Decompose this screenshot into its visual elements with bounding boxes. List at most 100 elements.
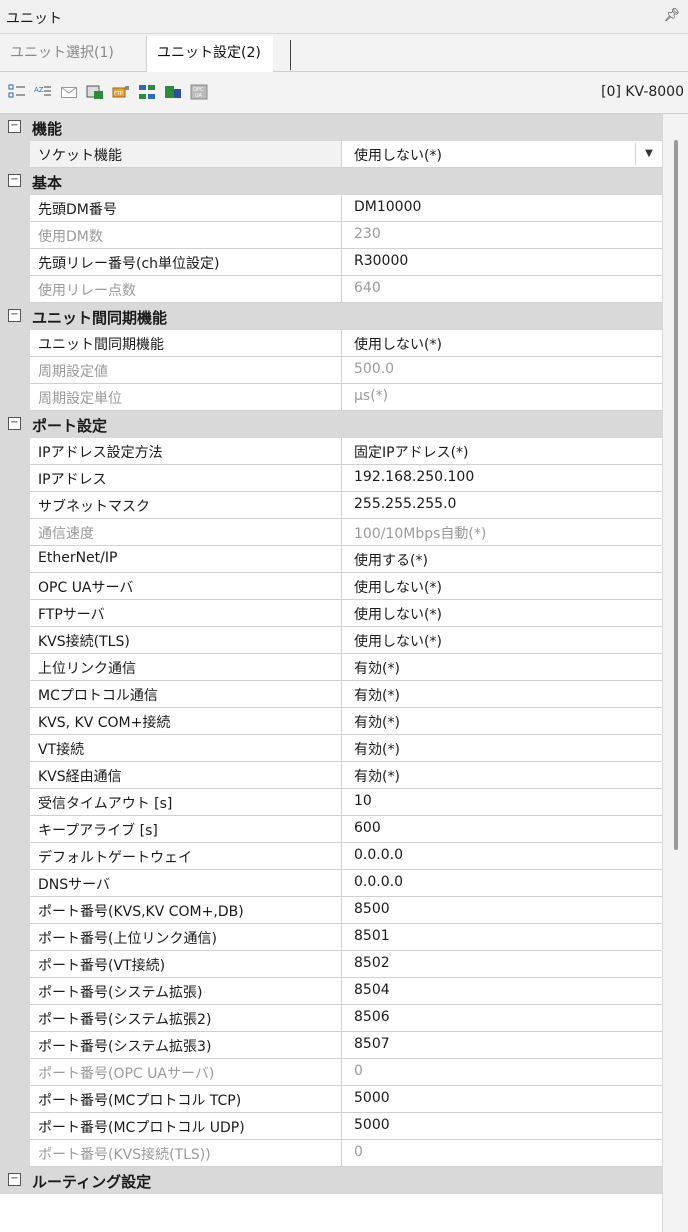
property-row[interactable]: 先頭リレー番号(ch単位設定) R30000 — [0, 249, 662, 276]
tab-unit-select[interactable]: ユニット選択(1) — [10, 42, 114, 62]
property-value[interactable]: 使用する(*) — [342, 546, 662, 573]
property-row[interactable]: キープアライブ [s] 600 — [0, 816, 662, 843]
property-row[interactable]: MCプロトコル通信 有効(*) — [0, 681, 662, 708]
message-icon[interactable] — [60, 84, 78, 100]
property-value: μs(*) — [342, 384, 662, 411]
property-value[interactable]: DM10000 — [342, 195, 662, 222]
device-label: [0] KV-8000 — [601, 84, 684, 100]
property-row[interactable]: KVS経由通信 有効(*) — [0, 762, 662, 789]
property-row[interactable]: 周期設定値 500.0 — [0, 357, 662, 384]
collapse-icon[interactable]: − — [8, 120, 21, 133]
property-value-text: 使用しない(*) — [354, 148, 442, 164]
property-row[interactable]: ポート番号(KVS,KV COM+,DB) 8500 — [0, 897, 662, 924]
property-row[interactable]: 周期設定単位 μs(*) — [0, 384, 662, 411]
property-row[interactable]: ポート番号(MCプロトコル TCP) 5000 — [0, 1086, 662, 1113]
property-value[interactable]: 8504 — [342, 978, 662, 1005]
property-row[interactable]: KVS, KV COM+接続 有効(*) — [0, 708, 662, 735]
collapse-icon[interactable]: − — [8, 309, 21, 322]
property-row[interactable]: 使用リレー点数 640 — [0, 276, 662, 303]
property-name: KVS接続(TLS) — [30, 627, 342, 654]
property-value[interactable]: 有効(*) — [342, 762, 662, 789]
property-value-text: 8500 — [354, 901, 390, 917]
property-row[interactable]: 受信タイムアウト [s] 10 — [0, 789, 662, 816]
property-value[interactable]: 600 — [342, 816, 662, 843]
property-value[interactable]: 5000 — [342, 1113, 662, 1140]
property-value[interactable]: 8500 — [342, 897, 662, 924]
property-row[interactable]: EtherNet/IP 使用する(*) — [0, 546, 662, 573]
sort-alphabetical-icon[interactable]: AZ — [34, 84, 52, 100]
property-value[interactable]: 有効(*) — [342, 654, 662, 681]
property-row[interactable]: ポート番号(上位リンク通信) 8501 — [0, 924, 662, 951]
collapse-icon[interactable]: − — [8, 174, 21, 187]
property-value[interactable]: 有効(*) — [342, 735, 662, 762]
property-name: 受信タイムアウト [s] — [30, 789, 342, 816]
property-row[interactable]: デフォルトゲートウェイ 0.0.0.0 — [0, 843, 662, 870]
property-row[interactable]: OPC UAサーバ 使用しない(*) — [0, 573, 662, 600]
property-row[interactable]: ユニット間同期機能 使用しない(*) — [0, 330, 662, 357]
property-row[interactable]: ポート番号(システム拡張) 8504 — [0, 978, 662, 1005]
scrollbar[interactable] — [662, 114, 688, 1232]
property-row[interactable]: FTPサーバ 使用しない(*) — [0, 600, 662, 627]
property-value[interactable]: 有効(*) — [342, 681, 662, 708]
property-row[interactable]: ポート番号(システム拡張2) 8506 — [0, 1005, 662, 1032]
property-row[interactable]: ポート番号(OPC UAサーバ) 0 — [0, 1059, 662, 1086]
property-row[interactable]: サブネットマスク 255.255.255.0 — [0, 492, 662, 519]
property-value-text: 8502 — [354, 955, 390, 971]
property-row[interactable]: 先頭DM番号 DM10000 — [0, 195, 662, 222]
property-value[interactable]: 使用しない(*) — [342, 600, 662, 627]
property-value[interactable]: 192.168.250.100 — [342, 465, 662, 492]
property-value[interactable]: 固定IPアドレス(*) — [342, 438, 662, 465]
property-row[interactable]: 通信速度 100/10Mbps自動(*) — [0, 519, 662, 546]
opc-ua-icon[interactable]: OPC UA — [190, 84, 208, 100]
property-value[interactable]: R30000 — [342, 249, 662, 276]
property-value[interactable]: 0.0.0.0 — [342, 843, 662, 870]
property-value[interactable]: 使用しない(*) — [342, 330, 662, 357]
pin-icon[interactable]: 📌︎ — [663, 8, 680, 23]
transfer-icon[interactable] — [164, 84, 182, 100]
property-name: FTPサーバ — [30, 600, 342, 627]
property-row[interactable]: 使用DM数 230 — [0, 222, 662, 249]
property-row[interactable]: ポート番号(KVS接続(TLS)) 0 — [0, 1140, 662, 1167]
category-row[interactable]: − ポート設定 — [0, 411, 662, 438]
chevron-down-icon[interactable]: ▼ — [635, 143, 662, 165]
scrollbar-thumb[interactable] — [674, 140, 678, 850]
save-unit-icon[interactable] — [86, 84, 104, 100]
category-row[interactable]: − ユニット間同期機能 — [0, 303, 662, 330]
property-value[interactable]: 8501 — [342, 924, 662, 951]
category-row[interactable]: − 機能 — [0, 114, 662, 141]
property-value[interactable]: 8502 — [342, 951, 662, 978]
network-icon[interactable] — [138, 84, 156, 100]
tab-unit-settings[interactable]: ユニット設定(2) — [146, 36, 273, 72]
property-row[interactable]: VT接続 有効(*) — [0, 735, 662, 762]
property-value[interactable]: 10 — [342, 789, 662, 816]
ftp-icon[interactable]: FTP — [112, 84, 130, 100]
property-row[interactable]: IPアドレス設定方法 固定IPアドレス(*) — [0, 438, 662, 465]
property-row[interactable]: IPアドレス 192.168.250.100 — [0, 465, 662, 492]
property-value: 230 — [342, 222, 662, 249]
property-value[interactable]: 5000 — [342, 1086, 662, 1113]
property-value[interactable]: 有効(*) — [342, 708, 662, 735]
collapse-icon[interactable]: − — [8, 417, 21, 430]
property-row[interactable]: ポート番号(MCプロトコル UDP) 5000 — [0, 1113, 662, 1140]
property-row[interactable]: KVS接続(TLS) 使用しない(*) — [0, 627, 662, 654]
property-row[interactable]: ポート番号(VT接続) 8502 — [0, 951, 662, 978]
property-row[interactable]: 上位リンク通信 有効(*) — [0, 654, 662, 681]
property-value[interactable]: 0.0.0.0 — [342, 870, 662, 897]
category-row[interactable]: − 基本 — [0, 168, 662, 195]
property-value[interactable]: 使用しない(*) — [342, 573, 662, 600]
property-value[interactable]: 使用しない(*) — [342, 627, 662, 654]
property-value-text: 使用しない(*) — [354, 634, 442, 650]
property-value: 500.0 — [342, 357, 662, 384]
property-value[interactable]: 8507 — [342, 1032, 662, 1059]
property-row[interactable]: DNSサーバ 0.0.0.0 — [0, 870, 662, 897]
property-value-text: 5000 — [354, 1090, 390, 1106]
property-value[interactable]: 8506 — [342, 1005, 662, 1032]
property-value[interactable]: 使用しない(*) ▼ — [342, 141, 662, 168]
category-row[interactable]: − ルーティング設定 — [0, 1167, 662, 1194]
property-name: MCプロトコル通信 — [30, 681, 342, 708]
collapse-icon[interactable]: − — [8, 1173, 21, 1186]
sort-categorized-icon[interactable] — [8, 84, 26, 100]
property-row[interactable]: ソケット機能 使用しない(*) ▼ — [0, 141, 662, 168]
property-value[interactable]: 255.255.255.0 — [342, 492, 662, 519]
property-row[interactable]: ポート番号(システム拡張3) 8507 — [0, 1032, 662, 1059]
